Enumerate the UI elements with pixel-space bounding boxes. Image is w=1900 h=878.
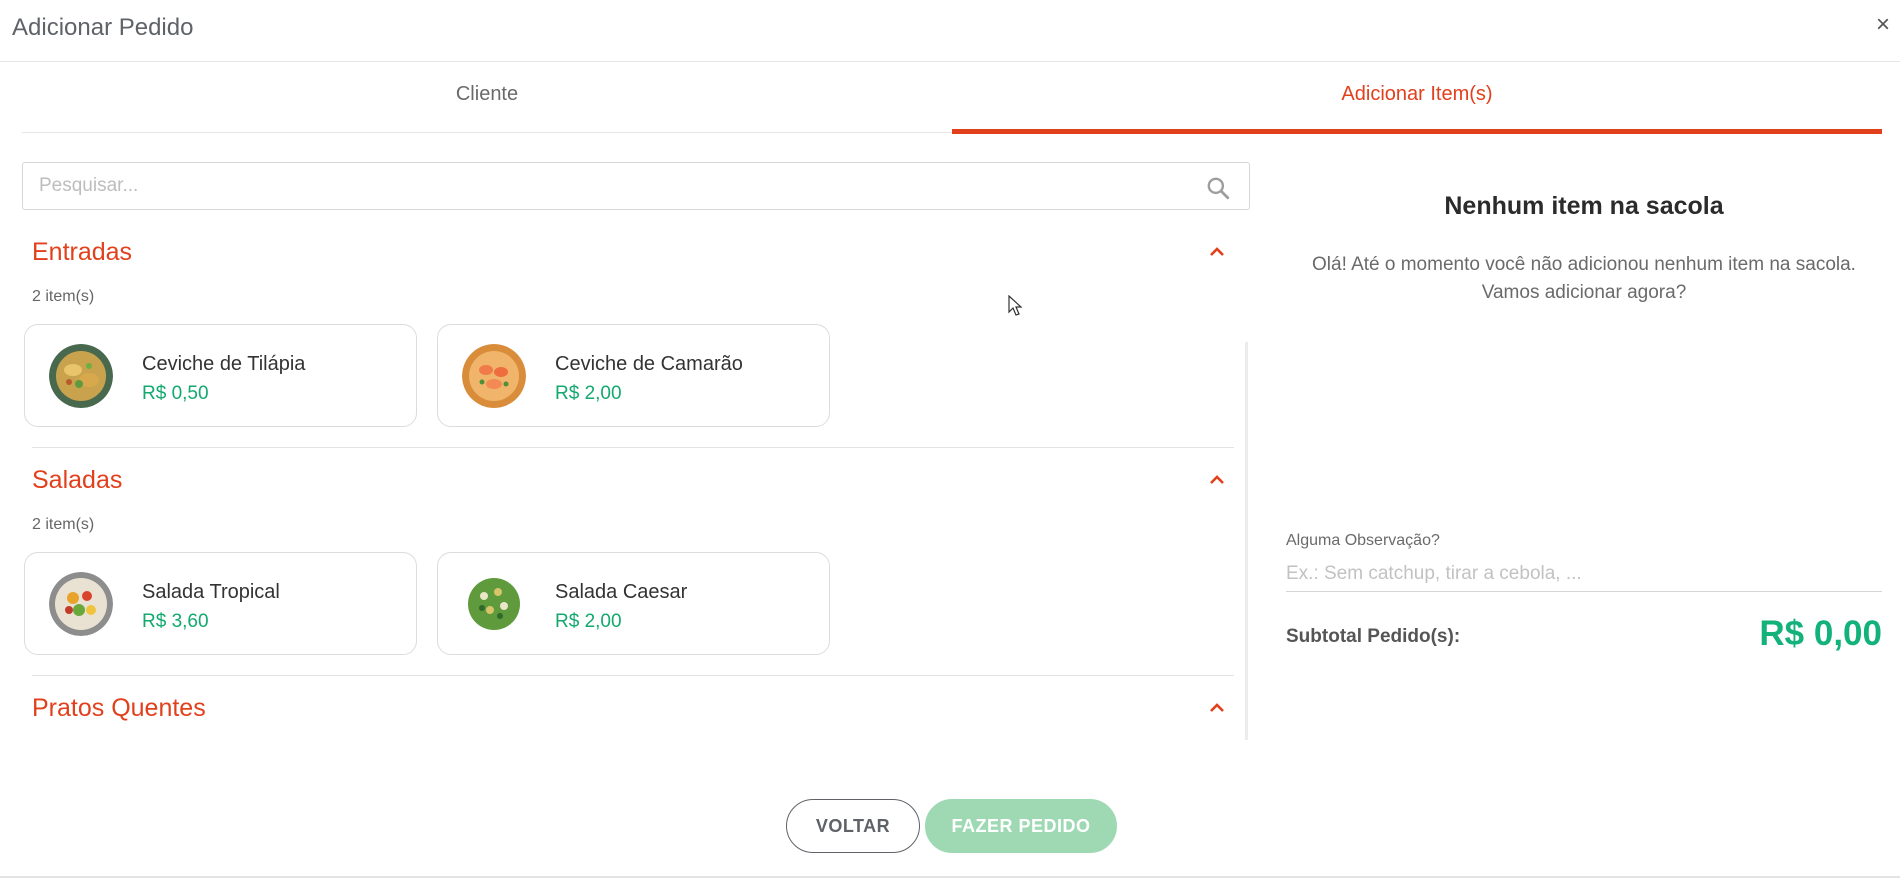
category-title: Entradas	[32, 238, 133, 266]
mouse-cursor-icon	[1008, 295, 1023, 316]
search-icon[interactable]	[1205, 175, 1231, 201]
empty-bag-message-line2: Vamos adicionar agora?	[1481, 282, 1687, 303]
place-order-button[interactable]: FAZER PEDIDO	[925, 799, 1117, 853]
product-card-ceviche-tilapia[interactable]: Ceviche de Tilápia R$ 0,50	[24, 324, 417, 427]
chevron-up-icon[interactable]	[1206, 472, 1228, 488]
modal-title: Adicionar Pedido	[12, 14, 194, 41]
observation-label: Alguma Observação?	[1286, 532, 1440, 549]
chevron-up-icon[interactable]	[1206, 244, 1228, 260]
category-title: Pratos Quentes	[32, 694, 206, 722]
salada-tropical-image	[49, 572, 113, 636]
bag-panel: Nenhum item na sacola Olá! Até o momento…	[1286, 162, 1882, 682]
search-box	[22, 162, 1250, 210]
subtotal-label: Subtotal Pedido(s):	[1286, 626, 1461, 647]
menu-panel: Entradas 2 item(s) Ceviche de Tilápia R$…	[22, 162, 1250, 740]
chevron-up-icon[interactable]	[1206, 700, 1228, 716]
product-name: Salada Tropical	[142, 581, 280, 603]
product-card-salada-caesar[interactable]: Salada Caesar R$ 2,00	[437, 552, 830, 655]
empty-bag-message-line1: Olá! Até o momento você não adicionou ne…	[1312, 254, 1856, 275]
subtotal-value: R$ 0,00	[1759, 614, 1882, 653]
product-card-ceviche-camarao[interactable]: Ceviche de Camarão R$ 2,00	[437, 324, 830, 427]
item-count: 2 item(s)	[32, 288, 95, 305]
product-price: R$ 3,60	[142, 611, 209, 632]
product-name: Salada Caesar	[555, 581, 688, 603]
close-icon[interactable]: ×	[1876, 12, 1890, 38]
observation-input[interactable]	[1286, 556, 1882, 592]
scrollbar[interactable]	[1245, 342, 1248, 740]
tab-cliente[interactable]: Cliente	[22, 62, 952, 134]
salada-caesar-image	[462, 572, 526, 636]
back-button[interactable]: VOLTAR	[786, 799, 920, 853]
ceviche-camarao-image	[462, 344, 526, 408]
product-price: R$ 2,00	[555, 611, 622, 632]
product-name: Ceviche de Camarão	[555, 353, 743, 375]
product-price: R$ 0,50	[142, 383, 209, 404]
divider	[32, 675, 1234, 676]
tab-bar: Cliente Adicionar Item(s)	[22, 62, 1882, 134]
modal-header: Adicionar Pedido ×	[0, 0, 1900, 62]
category-title: Saladas	[32, 466, 123, 494]
item-count: 2 item(s)	[32, 516, 95, 533]
product-card-salada-tropical[interactable]: Salada Tropical R$ 3,60	[24, 552, 417, 655]
product-price: R$ 2,00	[555, 383, 622, 404]
tab-adicionar-itens[interactable]: Adicionar Item(s)	[952, 62, 1882, 134]
product-name: Ceviche de Tilápia	[142, 353, 306, 375]
ceviche-tilapia-image	[49, 344, 113, 408]
search-input[interactable]	[39, 163, 1189, 209]
empty-bag-message: Olá! Até o momento você não adicionou ne…	[1286, 251, 1882, 307]
empty-bag-title: Nenhum item na sacola	[1444, 192, 1724, 220]
divider	[32, 447, 1234, 448]
